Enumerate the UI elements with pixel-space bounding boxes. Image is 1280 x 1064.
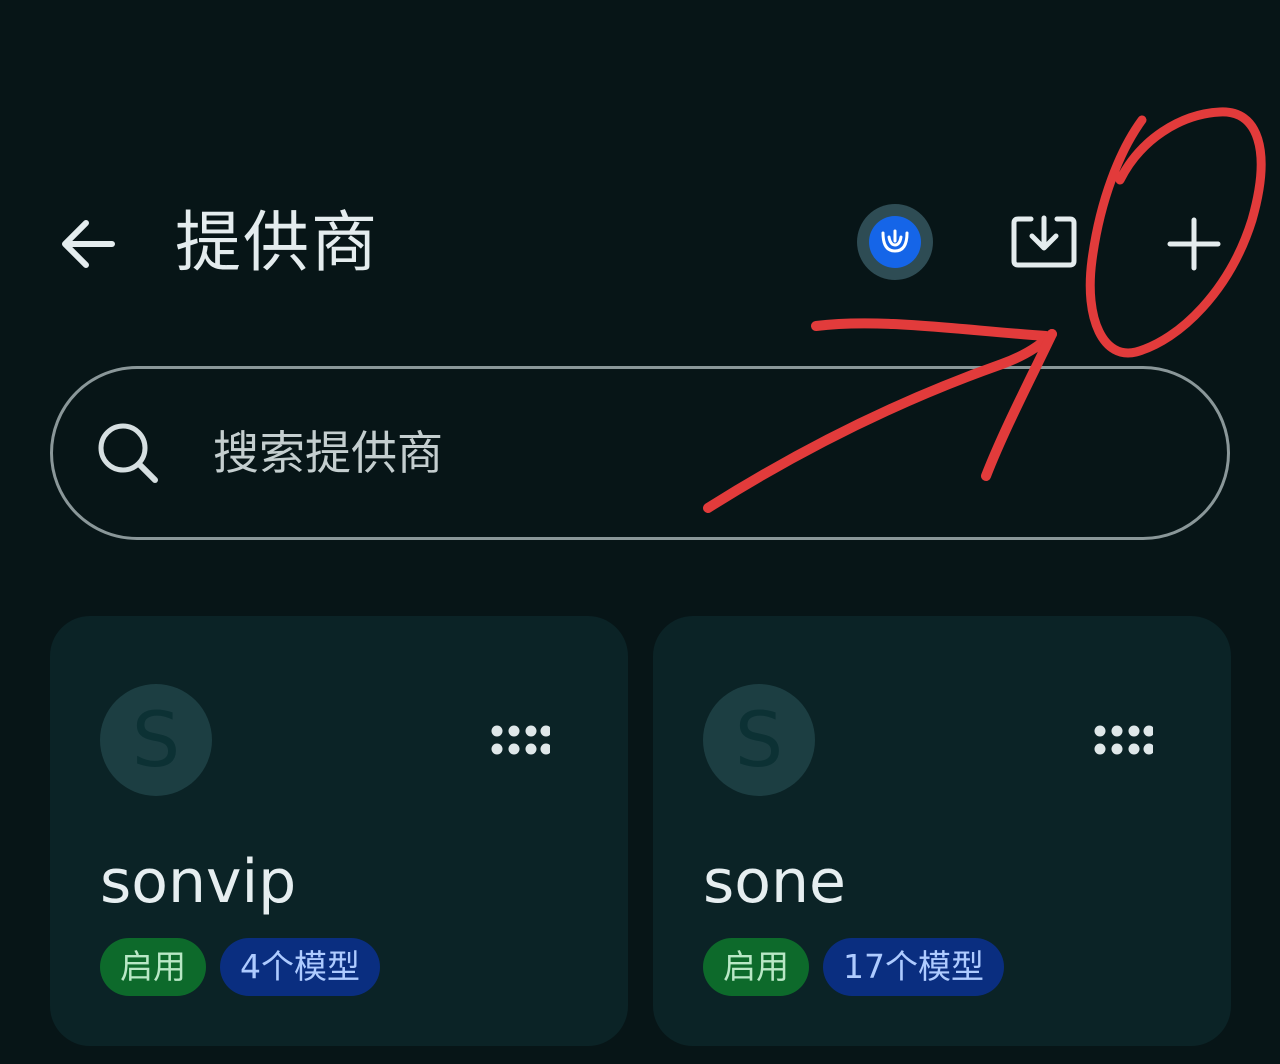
provider-card[interactable]: S sone 启用 17个模型 xyxy=(653,616,1231,1046)
plus-icon xyxy=(1167,217,1221,271)
more-options-button[interactable] xyxy=(1091,716,1155,764)
model-count-badge: 17个模型 xyxy=(823,938,1004,996)
provider-name: sonvip xyxy=(100,847,297,917)
providers-screen: 提供商 S xyxy=(0,0,1280,1064)
provider-tags: 启用 4个模型 xyxy=(100,938,380,996)
provider-name: sone xyxy=(703,847,846,917)
arrow-left-icon xyxy=(62,220,115,268)
avatar: S xyxy=(703,684,815,796)
crown-icon xyxy=(869,216,921,268)
avatar: S xyxy=(100,684,212,796)
model-count-badge: 4个模型 xyxy=(220,938,380,996)
more-options-button[interactable] xyxy=(488,716,552,764)
download-tray-icon xyxy=(1011,215,1077,268)
import-button[interactable] xyxy=(1004,206,1084,278)
grid-dots-icon xyxy=(491,725,550,755)
provider-card[interactable]: S sonvip 启用 4个模型 xyxy=(50,616,628,1046)
page-title: 提供商 xyxy=(175,204,379,281)
provider-tags: 启用 17个模型 xyxy=(703,938,1004,996)
back-button[interactable] xyxy=(52,208,124,280)
grid-dots-icon xyxy=(1094,725,1153,755)
search-icon xyxy=(93,418,163,488)
status-badge: 启用 xyxy=(100,938,206,996)
search-input[interactable] xyxy=(211,425,1115,481)
app-badge-button[interactable] xyxy=(857,204,933,280)
add-provider-button[interactable] xyxy=(1156,206,1232,282)
search-bar[interactable] xyxy=(50,366,1230,540)
status-badge: 启用 xyxy=(703,938,809,996)
